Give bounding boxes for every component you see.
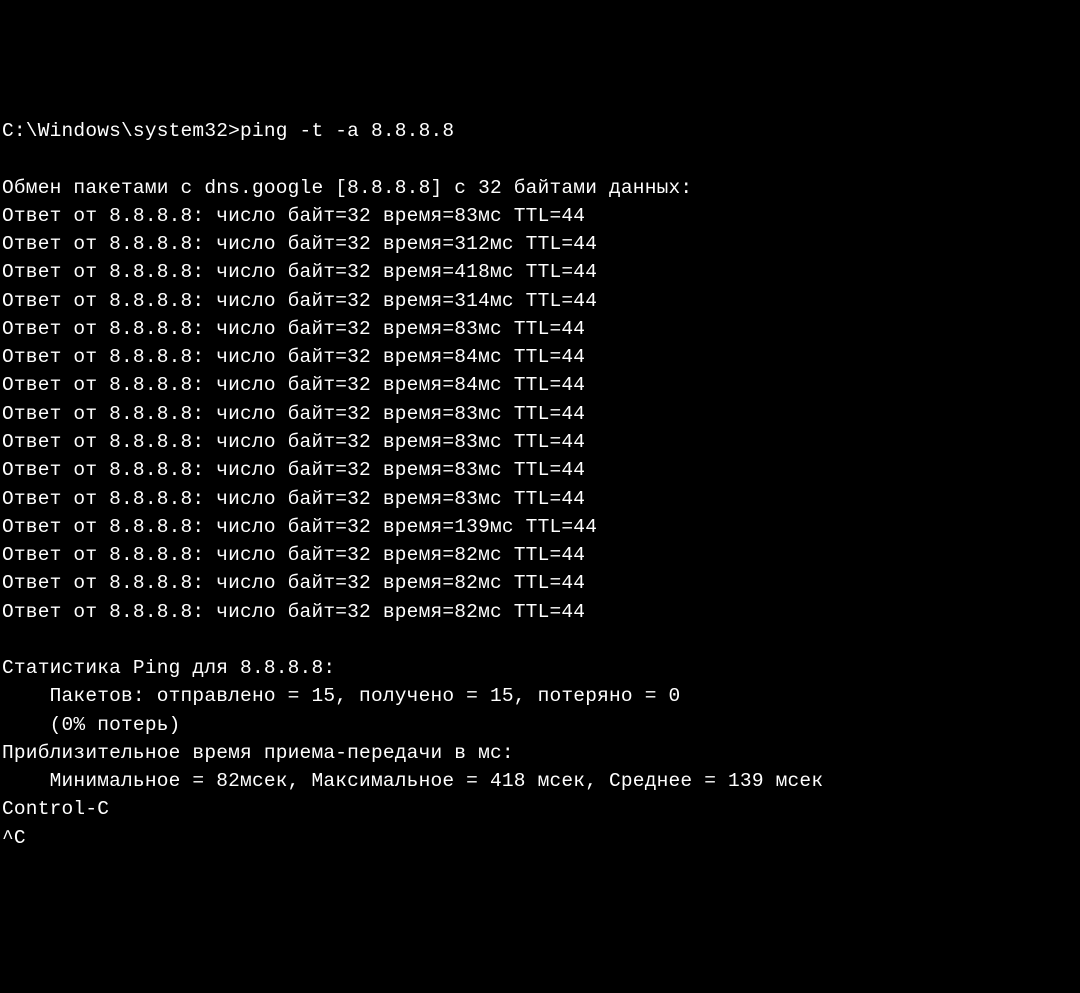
interrupt-signal: ^C [2, 827, 26, 849]
ping-reply-line: Ответ от 8.8.8.8: число байт=32 время=83… [2, 431, 585, 453]
ping-reply-line: Ответ от 8.8.8.8: число байт=32 время=83… [2, 459, 585, 481]
ping-reply-line: Ответ от 8.8.8.8: число байт=32 время=82… [2, 544, 585, 566]
command-text: ping -t -a 8.8.8.8 [240, 120, 454, 142]
stats-title: Статистика Ping для 8.8.8.8: [2, 657, 335, 679]
stats-rtt-values: Минимальное = 82мсек, Максимальное = 418… [2, 770, 823, 792]
terminal-output[interactable]: C:\Windows\system32>ping -t -a 8.8.8.8 О… [2, 117, 1078, 852]
ping-reply-line: Ответ от 8.8.8.8: число байт=32 время=83… [2, 205, 585, 227]
prompt-path: C:\Windows\system32> [2, 120, 240, 142]
stats-packets: Пакетов: отправлено = 15, получено = 15,… [2, 685, 680, 707]
ping-reply-line: Ответ от 8.8.8.8: число байт=32 время=13… [2, 516, 597, 538]
interrupt-label: Control-C [2, 798, 109, 820]
stats-rtt-title: Приблизительное время приема-передачи в … [2, 742, 514, 764]
ping-header: Обмен пакетами с dns.google [8.8.8.8] с … [2, 177, 692, 199]
ping-reply-line: Ответ от 8.8.8.8: число байт=32 время=84… [2, 346, 585, 368]
ping-reply-line: Ответ от 8.8.8.8: число байт=32 время=84… [2, 374, 585, 396]
ping-reply-line: Ответ от 8.8.8.8: число байт=32 время=31… [2, 233, 597, 255]
ping-reply-line: Ответ от 8.8.8.8: число байт=32 время=83… [2, 403, 585, 425]
ping-reply-line: Ответ от 8.8.8.8: число байт=32 время=83… [2, 488, 585, 510]
stats-loss: (0% потерь) [2, 714, 181, 736]
ping-reply-line: Ответ от 8.8.8.8: число байт=32 время=31… [2, 290, 597, 312]
ping-reply-line: Ответ от 8.8.8.8: число байт=32 время=41… [2, 261, 597, 283]
ping-reply-line: Ответ от 8.8.8.8: число байт=32 время=83… [2, 318, 585, 340]
ping-reply-line: Ответ от 8.8.8.8: число байт=32 время=82… [2, 601, 585, 623]
ping-reply-line: Ответ от 8.8.8.8: число байт=32 время=82… [2, 572, 585, 594]
